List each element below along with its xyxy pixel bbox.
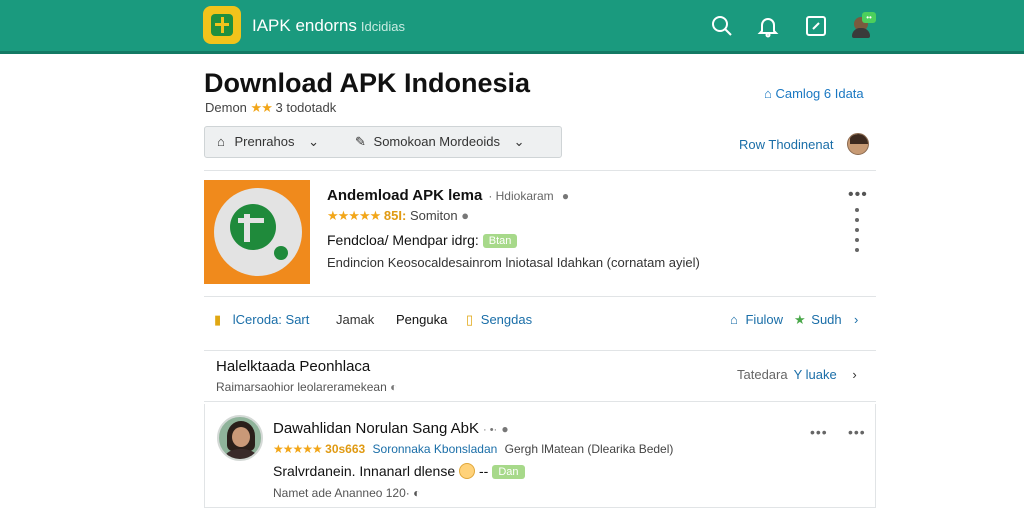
- category-tag[interactable]: Btan: [482, 234, 518, 248]
- info-icon: ●: [461, 208, 470, 223]
- review-meta: · •·: [482, 424, 498, 436]
- review-body: Sralvrdanein. Innanarl dlense: [273, 463, 456, 479]
- action-penguka[interactable]: Penguka: [396, 312, 447, 327]
- star-icon: ★★: [250, 100, 273, 115]
- review-rating-text: Gergh lMatean (Dlearika Bedel): [504, 442, 674, 456]
- vertical-menu-icon[interactable]: [855, 208, 861, 258]
- notification-badge: ••: [862, 12, 876, 23]
- brand-subtitle: Idcidias: [360, 19, 405, 34]
- search-icon[interactable]: [710, 14, 734, 38]
- top-app-bar: IAPK endorns Idcidias ••: [0, 0, 1024, 54]
- review-rating: ★★★★★ 30s663 Soronnaka Kbonsladan Gergh …: [273, 442, 673, 456]
- home-icon: ⌂: [217, 134, 225, 149]
- follow-button[interactable]: ⌂ Fiulow: [730, 312, 783, 327]
- filter-label: Somokoan Mordeoids: [373, 134, 500, 149]
- chevron-down-icon: ⌄: [308, 134, 319, 149]
- star-rating-icon: ★★★★★: [327, 208, 381, 223]
- more-options-icon[interactable]: •••: [810, 424, 828, 440]
- divider: [204, 170, 876, 171]
- star-button[interactable]: ★ Sudh: [794, 312, 842, 328]
- info-subtitle-text: Raimarsaohior leolareramekean: [216, 380, 387, 394]
- app-icon[interactable]: [204, 180, 310, 284]
- user-avatar[interactable]: [847, 133, 869, 155]
- share-icon[interactable]: [804, 14, 828, 38]
- catalog-link-label: Camlog 6 Idata: [775, 86, 864, 101]
- action-label: Sengdas: [480, 312, 533, 327]
- clipboard-icon: ▮: [214, 312, 222, 327]
- row-link[interactable]: Row Thodinenat: [739, 137, 833, 152]
- star-label: Sudh: [811, 312, 842, 327]
- chevron-down-icon: ⌄: [513, 134, 525, 149]
- filter-dropdown-category[interactable]: ⌂ Prenrahos ⌄: [217, 134, 319, 150]
- emoji-icon: [459, 463, 476, 479]
- house-icon: ⌂: [730, 312, 738, 327]
- pencil-icon: ✎: [355, 134, 366, 149]
- follow-label: Fiulow: [745, 312, 784, 327]
- more-options-icon[interactable]: •••: [848, 424, 866, 440]
- catalog-link[interactable]: ⌂ Camlog 6 Idata: [764, 86, 864, 101]
- category-text: Fendcloa/ Mendpar idrg:: [327, 232, 479, 248]
- subline-suffix: 3 todotadk: [275, 100, 337, 115]
- info-icon: ◐: [390, 380, 398, 394]
- star-rating-icon: ★★★★★: [273, 442, 323, 456]
- page-subline: Demon ★★ 3 todotadk: [205, 100, 336, 116]
- info-right-label: Tatedara: [737, 367, 788, 382]
- app-category-line: Fendcloa/ Mendpar idrg: Btan: [327, 232, 518, 248]
- chevron-right-icon: ›: [852, 367, 857, 382]
- profile-avatar[interactable]: ••: [850, 12, 876, 40]
- bell-icon[interactable]: [756, 14, 780, 38]
- action-status[interactable]: ▮ lCeroda: Sart: [214, 312, 309, 328]
- review-footer-text: Namet ade Ananneo 120·: [273, 486, 410, 500]
- review-rating-value: 30s663: [325, 442, 366, 456]
- info-right[interactable]: Tatedara Y luake ›: [737, 367, 857, 382]
- app-title: Andemload APK lema: [327, 187, 483, 204]
- reviewer-avatar[interactable]: [217, 415, 263, 461]
- brand-title: IAPK endorns: [252, 16, 357, 35]
- app-logo[interactable]: [203, 6, 241, 44]
- info-right-link: Y luake: [793, 367, 837, 382]
- brand-name: IAPK endorns Idcidias: [252, 16, 405, 36]
- review-title: Dawahlidan Norulan Sang AbK · •· ●: [273, 420, 509, 437]
- review-title-text: Dawahlidan Norulan Sang AbK: [273, 420, 479, 437]
- filter-dropdown-sort[interactable]: ✎ Somokoan Mordeoids ⌄: [355, 134, 525, 150]
- subline-prefix: Demon: [205, 100, 247, 115]
- rating-value: 85I:: [383, 208, 407, 223]
- info-subtitle: Raimarsaohior leolareramekean ◐: [216, 380, 397, 394]
- app-name[interactable]: Andemload APK lema · Hdiokaram ●: [327, 187, 569, 204]
- action-sengdas[interactable]: ▯ Sengdas: [466, 312, 532, 328]
- action-label: lCeroda: Sart: [232, 312, 310, 327]
- review-rating-link[interactable]: Soronnaka Kbonsladan: [373, 442, 498, 456]
- rating-label: Somiton: [409, 208, 458, 223]
- action-bar: ▮ lCeroda: Sart Jamak Penguka ▯ Sengdas …: [204, 308, 876, 332]
- more-options-icon[interactable]: •••: [848, 186, 868, 204]
- filter-label: Prenrahos: [234, 134, 295, 149]
- review-tag[interactable]: Dan: [492, 465, 525, 479]
- page-title: Download APK Indonesia: [204, 68, 531, 98]
- lock-icon: ⌂: [764, 86, 772, 101]
- review-text: Sralvrdanein. Innanarl dlense -- Dan: [273, 463, 525, 479]
- filter-bar: ⌂ Prenrahos ⌄ ✎ Somokoan Mordeoids ⌄: [204, 126, 562, 158]
- review-footer: Namet ade Ananneo 120· ◐: [273, 486, 420, 500]
- bookmark-icon: ▯: [466, 312, 474, 327]
- chevron-right-icon[interactable]: ›: [854, 312, 858, 327]
- star-icon: ★: [794, 312, 806, 327]
- app-description: Endincion Keosocaldesainrom lniotasal Id…: [327, 255, 700, 270]
- developer-name: · Hdiokaram: [488, 189, 554, 203]
- info-icon: ●: [561, 189, 570, 203]
- action-jamak[interactable]: Jamak: [336, 312, 374, 327]
- divider: [204, 296, 876, 297]
- review-suffix: --: [479, 463, 489, 479]
- info-icon: ◐: [413, 486, 421, 500]
- app-rating: ★★★★★ 85I: Somiton ●: [327, 208, 469, 224]
- info-title: Halelktaada Peonhlaca: [216, 358, 371, 375]
- info-icon: ●: [501, 422, 509, 436]
